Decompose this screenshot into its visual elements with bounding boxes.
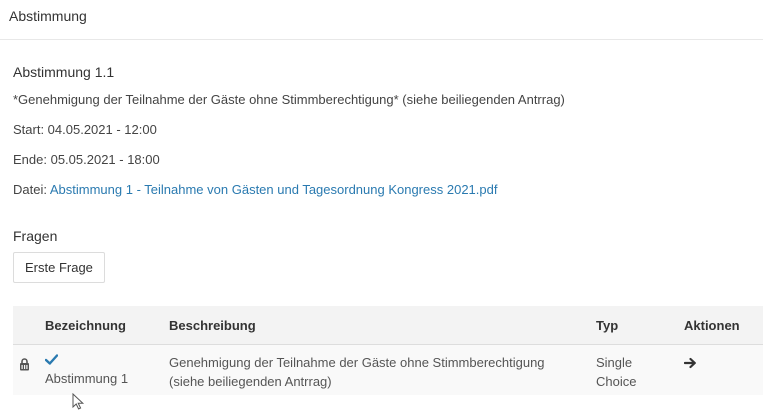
mouse-cursor-icon [72,392,86,415]
table-header-row: Bezeichnung Beschreibung Typ Aktionen [13,306,763,345]
poll-details: Abstimmung 1.1 *Genehmigung der Teilnahm… [0,64,763,283]
header-lock-column [13,306,35,345]
check-icon [44,353,149,369]
lock-icon [19,357,30,376]
file-label: Datei: [13,182,47,197]
question-type: Single Choice [586,344,674,395]
header-actions: Aktionen [674,306,763,345]
row-name-cell: Abstimmung 1 [35,344,159,395]
table-row: Abstimmung 1 Genehmigung der Teilnahme d… [13,344,763,395]
row-lock-cell [13,344,35,395]
poll-subtitle: *Genehmigung der Teilnahme der Gäste ohn… [13,92,565,107]
question-description: Genehmigung der Teilnahme der Gäste ohne… [159,344,586,395]
header-name: Bezeichnung [35,306,159,345]
poll-title: Abstimmung 1.1 [13,64,115,80]
file-link[interactable]: Abstimmung 1 - Teilnahme von Gästen und … [50,182,498,197]
first-question-button[interactable]: Erste Frage [13,252,105,283]
header-description: Beschreibung [159,306,586,345]
questions-heading: Fragen [13,228,58,244]
row-actions-cell [674,344,763,395]
panel-header: Abstimmung [0,0,763,40]
panel-title: Abstimmung [9,8,87,24]
poll-end: Ende: 05.05.2021 - 18:00 [13,152,160,167]
question-name: Abstimmung 1 [45,371,129,386]
poll-file: Datei: Abstimmung 1 - Teilnahme von Gäst… [13,180,763,210]
questions-table: Bezeichnung Beschreibung Typ Aktionen Ab… [13,306,763,395]
arrow-right-icon[interactable] [683,355,697,374]
header-type: Typ [586,306,674,345]
poll-start: Start: 04.05.2021 - 12:00 [13,122,157,137]
